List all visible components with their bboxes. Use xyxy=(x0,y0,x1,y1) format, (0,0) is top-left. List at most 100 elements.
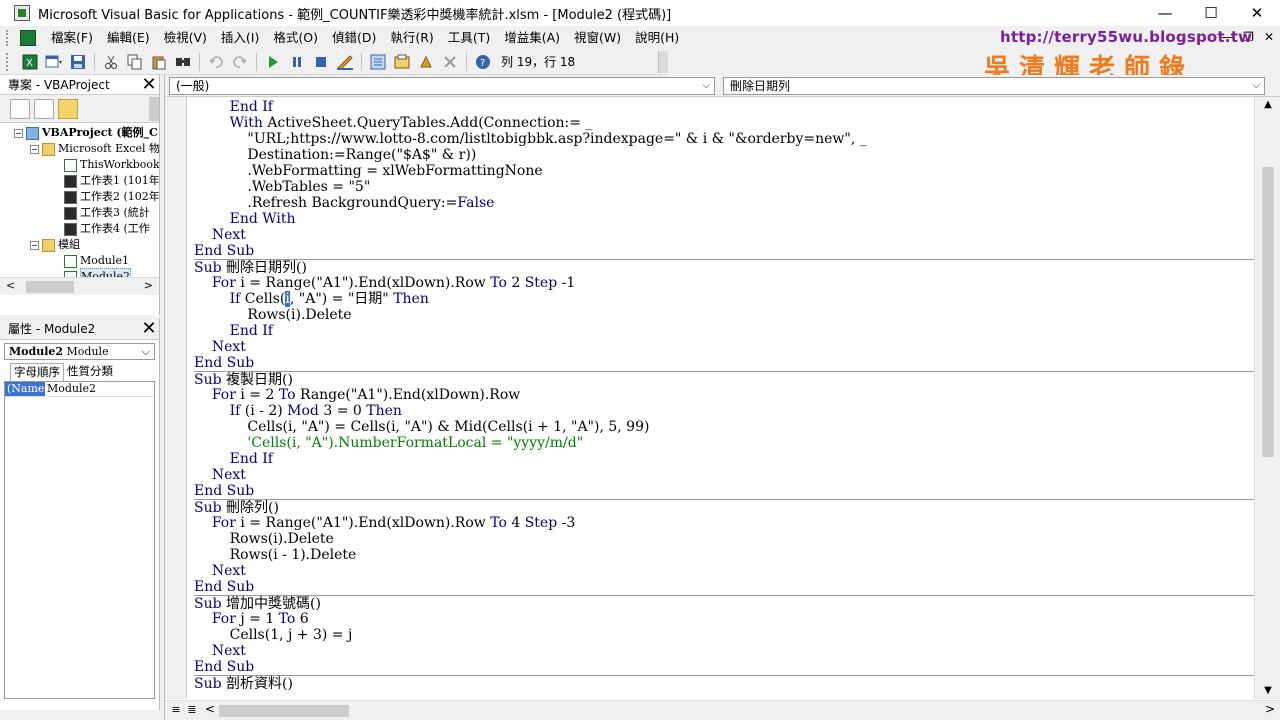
procedure-view-icon[interactable]: ≡ xyxy=(169,703,183,717)
paste-icon[interactable] xyxy=(149,52,169,72)
scroll-thumb[interactable] xyxy=(26,281,74,293)
cut-icon[interactable] xyxy=(101,52,121,72)
run-icon[interactable] xyxy=(263,52,283,72)
save-icon[interactable] xyxy=(68,52,88,72)
object-combo[interactable]: (一般) ⌵ xyxy=(169,76,715,95)
project-tree-hscrollbar[interactable]: < > xyxy=(0,277,159,295)
menu-view[interactable]: 檢視(V) xyxy=(157,26,214,49)
tree-node-sheet3[interactable]: 工作表3 (統計 xyxy=(64,205,150,221)
minimize-button[interactable]: — xyxy=(1142,0,1188,26)
excel-icon[interactable]: X xyxy=(20,52,40,72)
insert-icon[interactable] xyxy=(44,52,64,72)
menu-debug[interactable]: 偵錯(D) xyxy=(325,26,383,49)
tree-node-modules[interactable]: − 模組 xyxy=(30,237,80,253)
scroll-handle[interactable] xyxy=(149,96,159,121)
property-value[interactable]: Module2 xyxy=(45,382,96,396)
toolbox-icon[interactable] xyxy=(440,52,460,72)
code-line[interactable]: .WebTables = "5" xyxy=(194,179,1254,195)
scroll-right-icon[interactable]: > xyxy=(1265,702,1275,716)
menu-help[interactable]: 說明(H) xyxy=(628,26,686,49)
code-line[interactable]: Destination:=Range("$A$" & r)) xyxy=(194,147,1254,163)
code-hscrollbar[interactable]: ≡ ≣ < > xyxy=(165,700,1280,720)
code-line[interactable]: Next xyxy=(194,563,1254,579)
close-icon[interactable]: ✕ xyxy=(139,74,159,95)
code-line[interactable]: Sub 刪除列() xyxy=(194,499,1254,516)
margin-indicator-bar[interactable] xyxy=(165,97,187,699)
code-line[interactable]: Next xyxy=(194,339,1254,355)
tree-node-excel-objects[interactable]: − Microsoft Excel 物 xyxy=(30,141,159,157)
object-browser-icon[interactable] xyxy=(416,52,436,72)
scroll-up-icon[interactable]: ▲ xyxy=(1255,97,1280,113)
code-line[interactable]: Sub 剖析資料() xyxy=(194,675,1254,692)
code-line[interactable]: If Cells(i, "A") = "日期" Then xyxy=(194,291,1254,307)
code-line[interactable]: Sub 複製日期() xyxy=(194,371,1254,388)
code-line[interactable]: Rows(i).Delete xyxy=(194,531,1254,547)
menu-format[interactable]: 格式(O) xyxy=(266,26,325,49)
scroll-thumb[interactable] xyxy=(1262,167,1274,457)
menu-grip[interactable] xyxy=(6,29,12,46)
collapse-icon[interactable]: − xyxy=(30,144,39,154)
collapse-icon[interactable]: − xyxy=(14,128,23,138)
toggle-folders-icon[interactable] xyxy=(58,98,78,119)
tree-node-sheet2[interactable]: 工作表2 (102年 xyxy=(64,189,159,205)
menu-addins[interactable]: 增益集(A) xyxy=(497,26,567,49)
code-line[interactable]: For j = 1 To 6 xyxy=(194,611,1254,627)
code-line[interactable]: Next xyxy=(194,467,1254,483)
help-icon[interactable]: ? xyxy=(473,52,493,72)
code-vscrollbar[interactable]: ▲ ▼ xyxy=(1254,97,1280,699)
scroll-left-icon[interactable]: < xyxy=(6,279,15,292)
find-icon[interactable] xyxy=(173,52,193,72)
properties-icon[interactable] xyxy=(392,52,412,72)
code-line[interactable]: "URL;https://www.lotto-8.com/listltobigb… xyxy=(194,131,1254,147)
code-line[interactable]: Cells(i, "A") = Cells(i, "A") & Mid(Cell… xyxy=(194,419,1254,435)
tab-alphabetic[interactable]: 字母順序 xyxy=(10,363,64,381)
full-module-view-icon[interactable]: ≣ xyxy=(185,703,199,717)
copy-icon[interactable] xyxy=(125,52,145,72)
code-line[interactable]: With ActiveSheet.QueryTables.Add(Connect… xyxy=(194,115,1254,131)
view-object-icon[interactable] xyxy=(34,98,54,119)
code-line[interactable]: End Sub xyxy=(194,483,1254,499)
code-line[interactable]: End Sub xyxy=(194,659,1254,675)
tab-categorized[interactable]: 性質分類 xyxy=(64,363,116,381)
code-line[interactable]: End If xyxy=(194,99,1254,115)
scroll-left-icon[interactable]: < xyxy=(205,702,215,716)
code-editor[interactable]: End If With ActiveSheet.QueryTables.Add(… xyxy=(165,97,1255,699)
procedure-combo[interactable]: 刪除日期列 ⌵ xyxy=(723,76,1265,95)
project-explorer-icon[interactable] xyxy=(368,52,388,72)
code-line[interactable]: If (i - 2) Mod 3 = 0 Then xyxy=(194,403,1254,419)
code-line[interactable]: Next xyxy=(194,643,1254,659)
code-line[interactable]: End Sub xyxy=(194,243,1254,259)
code-line[interactable]: For i = Range("A1").End(xlDown).Row To 2… xyxy=(194,275,1254,291)
close-icon[interactable]: ✕ xyxy=(139,318,159,339)
maximize-button[interactable]: ☐ xyxy=(1188,0,1234,26)
code-line[interactable]: .WebFormatting = xlWebFormattingNone xyxy=(194,163,1254,179)
mdi-close-button[interactable]: ✕ xyxy=(1264,26,1274,49)
close-button[interactable]: ✕ xyxy=(1234,0,1280,26)
code-line[interactable]: For i = 2 To Range("A1").End(xlDown).Row xyxy=(194,387,1254,403)
tree-node-thisworkbook[interactable]: ThisWorkbook xyxy=(64,157,159,173)
design-icon[interactable] xyxy=(335,52,355,72)
break-icon[interactable] xyxy=(287,52,307,72)
code-line[interactable]: Next xyxy=(194,227,1254,243)
tree-node-project[interactable]: − VBAProject (範例_C xyxy=(14,125,158,141)
scroll-right-icon[interactable]: > xyxy=(144,279,153,292)
tree-node-sheet4[interactable]: 工作表4 (工作 xyxy=(64,221,150,237)
code-line[interactable]: .Refresh BackgroundQuery:=False xyxy=(194,195,1254,211)
menu-insert[interactable]: 插入(I) xyxy=(214,26,266,49)
code-line[interactable]: End With xyxy=(194,211,1254,227)
code-line[interactable]: End Sub xyxy=(194,579,1254,595)
code-line[interactable]: End If xyxy=(194,323,1254,339)
code-line[interactable]: Cells(1, j + 3) = j xyxy=(194,627,1254,643)
code-lines[interactable]: End If With ActiveSheet.QueryTables.Add(… xyxy=(194,99,1254,692)
toolbar-grip[interactable] xyxy=(6,52,12,71)
code-line[interactable]: Sub 刪除日期列() xyxy=(194,259,1254,276)
excel-icon[interactable] xyxy=(20,29,36,46)
code-line[interactable]: End Sub xyxy=(194,355,1254,371)
object-select[interactable]: Module2 Module ⌵ xyxy=(4,343,155,360)
toolbar-overflow-handle[interactable] xyxy=(658,51,668,73)
menu-tools[interactable]: 工具(T) xyxy=(441,26,497,49)
code-line[interactable]: For i = Range("A1").End(xlDown).Row To 4… xyxy=(194,515,1254,531)
menu-run[interactable]: 執行(R) xyxy=(383,26,440,49)
code-line[interactable]: Sub 增加中獎號碼() xyxy=(194,595,1254,612)
reset-icon[interactable] xyxy=(311,52,331,72)
